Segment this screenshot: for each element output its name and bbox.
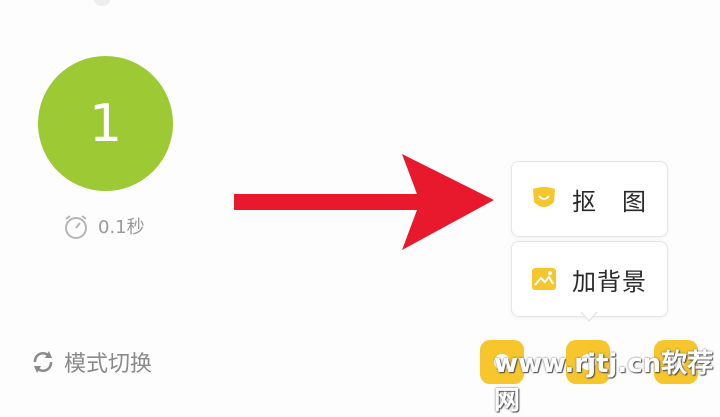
mode-switch-label: 模式切换 bbox=[64, 352, 153, 377]
shield-icon bbox=[533, 187, 555, 207]
refresh-icon bbox=[33, 351, 53, 373]
menu-item-cutout[interactable]: 抠 图 bbox=[511, 161, 668, 237]
menu-pointer-inner bbox=[581, 311, 597, 320]
watermark: www.rjtj.cn软荐网 bbox=[494, 349, 714, 416]
menu-item-cutout-label: 抠 图 bbox=[572, 187, 647, 216]
image-icon bbox=[532, 268, 556, 290]
menu-item-add-background[interactable]: 加背景 bbox=[511, 241, 668, 317]
mode-switch-button[interactable]: 模式切换 bbox=[30, 346, 152, 378]
red-arrow-annotation bbox=[234, 154, 494, 250]
count-circle[interactable]: 1 bbox=[38, 56, 173, 191]
top-edge-dot bbox=[94, 0, 110, 6]
menu-item-add-background-label: 加背景 bbox=[572, 267, 647, 296]
timer: 0.1秒 bbox=[62, 212, 145, 240]
timer-text: 0.1秒 bbox=[98, 217, 145, 238]
count-number: 1 bbox=[88, 93, 123, 154]
stopwatch-icon bbox=[65, 215, 87, 239]
